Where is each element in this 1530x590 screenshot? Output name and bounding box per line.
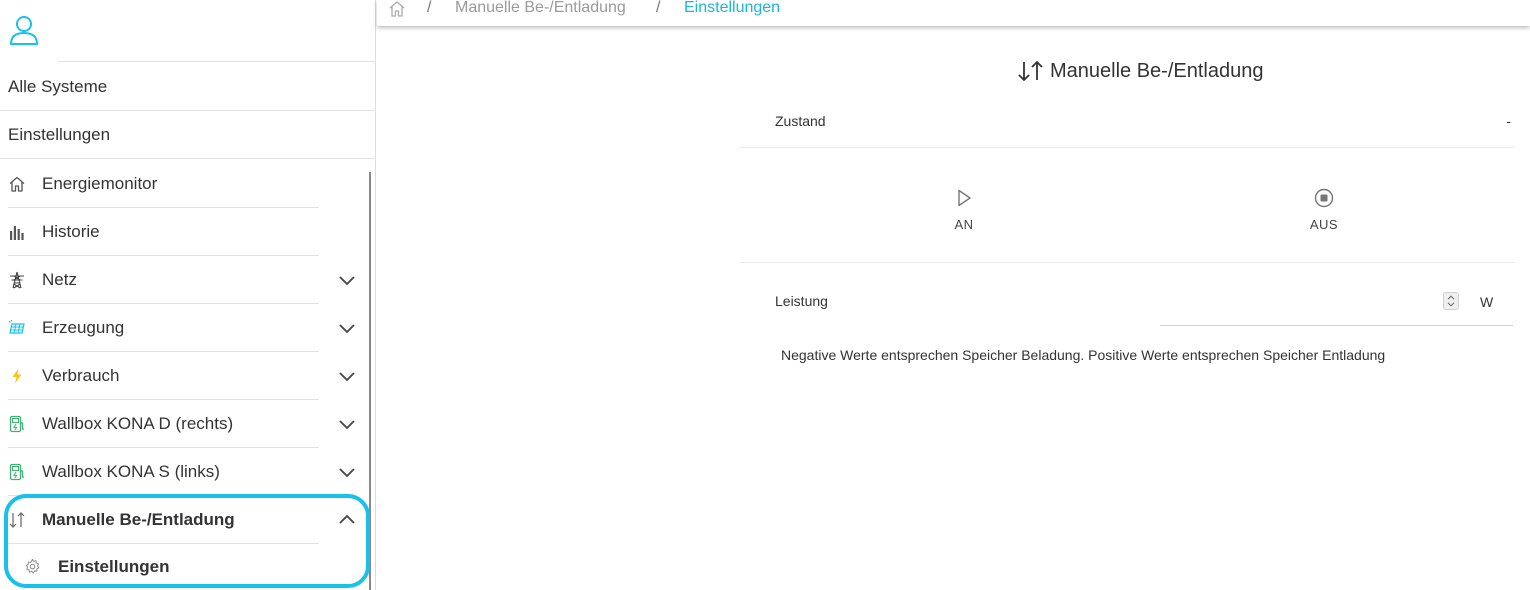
number-stepper-icon[interactable] bbox=[1443, 292, 1459, 310]
solar-panel-icon bbox=[8, 320, 25, 334]
control-row: AN AUS bbox=[740, 148, 1515, 263]
sidebar-item-energiemonitor[interactable]: Energiemonitor bbox=[8, 160, 319, 208]
wallbox-icon bbox=[9, 415, 24, 433]
wallbox-icon bbox=[9, 463, 24, 481]
gear-icon bbox=[25, 558, 40, 574]
user-area-divider bbox=[58, 61, 376, 62]
sidebar-item-verbrauch[interactable]: Verbrauch bbox=[8, 352, 319, 400]
home-icon bbox=[9, 176, 25, 192]
zustand-value: - bbox=[1506, 113, 1511, 129]
sidebar-item-historie[interactable]: Historie bbox=[8, 208, 319, 256]
leistung-label: Leistung bbox=[775, 293, 828, 309]
leistung-unit: W bbox=[1480, 294, 1494, 310]
sidebar-item-netz[interactable]: Netz bbox=[8, 256, 319, 304]
sidebar-item-label: Energiemonitor bbox=[42, 174, 158, 193]
leistung-hint: Negative Werte entsprechen Speicher Bela… bbox=[781, 347, 1386, 363]
page-title-text: Manuelle Be-/Entladung bbox=[1050, 60, 1264, 82]
up-down-arrows-icon bbox=[9, 512, 25, 528]
user-icon[interactable] bbox=[8, 14, 40, 46]
leistung-input[interactable] bbox=[1160, 288, 1432, 314]
sidebar-item-label: Manuelle Be-/Entladung bbox=[42, 510, 235, 529]
chevron-down-icon[interactable] bbox=[337, 366, 357, 386]
sidebar-item-wallbox-kona-d[interactable]: Wallbox KONA D (rechts) bbox=[8, 400, 319, 448]
chevron-down-icon[interactable] bbox=[337, 414, 357, 434]
play-icon bbox=[958, 189, 971, 207]
an-button[interactable]: AN bbox=[924, 188, 1004, 236]
breadcrumb-separator: / bbox=[427, 0, 432, 16]
sidebar-item-label: Netz bbox=[42, 270, 77, 289]
up-down-arrows-icon bbox=[1018, 60, 1043, 82]
an-button-label: AN bbox=[954, 217, 974, 232]
zustand-row: Zustand - bbox=[740, 100, 1515, 148]
sidebar-item-erzeugung[interactable]: Erzeugung bbox=[8, 304, 319, 352]
home-icon[interactable] bbox=[388, 0, 406, 18]
sidebar-item-label: Historie bbox=[42, 222, 100, 241]
sidebar-item-label: Wallbox KONA S (links) bbox=[42, 462, 220, 481]
sidebar-link-einstellungen[interactable]: Einstellungen bbox=[0, 111, 376, 159]
breadcrumb-current-einstellungen[interactable]: Einstellungen bbox=[684, 0, 780, 18]
chevron-down-icon[interactable] bbox=[337, 318, 357, 338]
aus-button[interactable]: AUS bbox=[1284, 188, 1364, 236]
stop-icon bbox=[1314, 188, 1334, 208]
sidebar: Alle Systeme Einstellungen Energiemonito… bbox=[0, 0, 376, 590]
breadcrumb-link-manuelle-be-entladung[interactable]: Manuelle Be-/Entladung bbox=[455, 0, 626, 18]
sidebar-link-alle-systeme[interactable]: Alle Systeme bbox=[0, 63, 376, 111]
sidebar-item-label: Erzeugung bbox=[42, 318, 125, 337]
bar-chart-icon bbox=[10, 226, 24, 240]
power-pylon-icon bbox=[10, 271, 24, 289]
chevron-up-icon[interactable] bbox=[337, 510, 357, 530]
sidebar-scrollbar[interactable] bbox=[369, 172, 371, 590]
sidebar-item-label: Wallbox KONA D (rechts) bbox=[42, 414, 234, 433]
breadcrumb-separator: / bbox=[656, 0, 661, 16]
sidebar-menu: Energiemonitor Historie Netz Erzeugung V… bbox=[0, 160, 376, 590]
chevron-down-icon[interactable] bbox=[337, 462, 357, 482]
sidebar-subitem-label: Einstellungen bbox=[58, 557, 170, 576]
lightning-icon bbox=[12, 368, 22, 384]
sidebar-item-wallbox-kona-s[interactable]: Wallbox KONA S (links) bbox=[8, 448, 319, 496]
sidebar-item-label: Verbrauch bbox=[42, 366, 120, 385]
breadcrumb: / Manuelle Be-/Entladung / Einstellungen bbox=[377, 0, 1530, 26]
leistung-input-underline bbox=[1160, 325, 1513, 326]
chevron-down-icon[interactable] bbox=[337, 270, 357, 290]
sidebar-item-manuelle-be-entladung[interactable]: Manuelle Be-/Entladung bbox=[8, 496, 319, 544]
zustand-label: Zustand bbox=[775, 113, 826, 129]
user-area bbox=[0, 0, 376, 62]
sidebar-subitem-einstellungen[interactable]: Einstellungen bbox=[24, 544, 324, 590]
aus-button-label: AUS bbox=[1309, 217, 1339, 232]
